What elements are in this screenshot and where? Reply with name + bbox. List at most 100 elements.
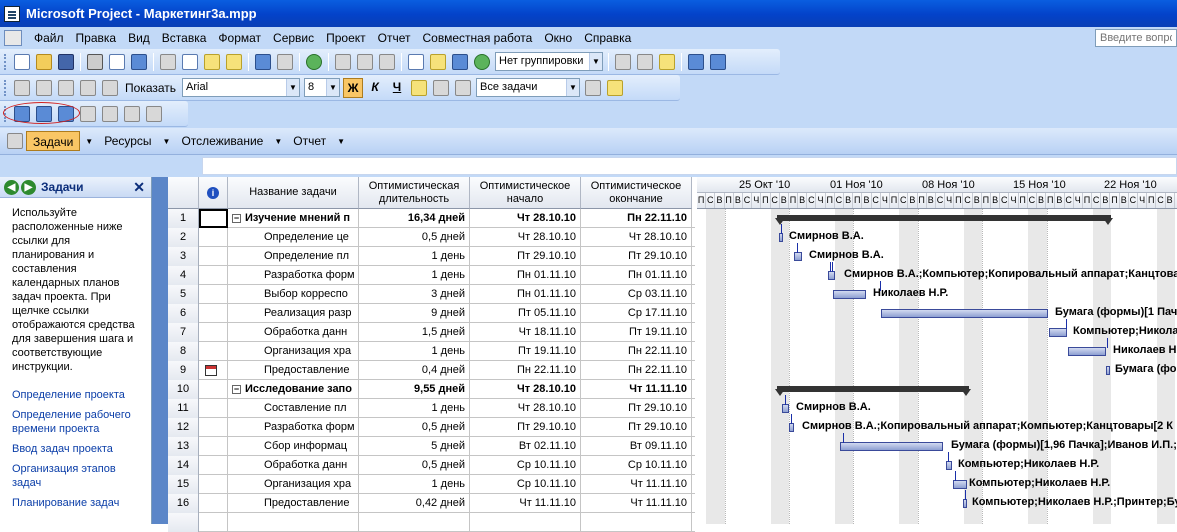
table-row[interactable]: 7 Обработка данн 1,5 дней Чт 18.11.10 Пт 19.… [168,323,695,342]
task-name-cell[interactable]: − Исследование запо [228,380,359,399]
opt-finish-cell[interactable]: Чт 28.10.10 [581,228,692,247]
indicator-cell[interactable] [199,399,228,418]
opt-finish-cell[interactable]: Ср 03.11.10 [581,285,692,304]
task-bar[interactable] [782,404,789,413]
plus-icon[interactable] [58,79,74,96]
opt-duration-cell[interactable]: 1 день [359,475,470,494]
opt-duration-header[interactable]: Оптимистическая длительность [359,177,470,209]
scroll-to-task-icon[interactable] [659,53,675,70]
autofilter-icon[interactable] [585,79,602,96]
indicator-cell[interactable] [199,456,228,475]
opt-duration-cell[interactable]: 0,5 дней [359,228,470,247]
row-id[interactable]: 3 [168,247,199,266]
select-all-corner[interactable] [168,177,199,209]
underline-button[interactable]: Ч [387,78,407,98]
task-name-cell[interactable]: Организация хра [228,475,359,494]
menu-edit[interactable]: Правка [70,31,123,45]
collapse-icon[interactable]: − [232,213,241,223]
row-id[interactable]: 2 [168,228,199,247]
task-name-cell[interactable]: Разработка форм [228,266,359,285]
task-name-cell[interactable]: Составление пл [228,399,359,418]
task-notes-icon[interactable] [430,53,446,70]
task-bar[interactable] [828,271,835,280]
publish-icon[interactable] [474,53,490,70]
entry-field[interactable] [202,157,1177,175]
show-button[interactable]: Показать [121,81,180,95]
chevron-down-icon[interactable]: ▼ [589,53,602,70]
task-name-cell[interactable]: Определение пл [228,247,359,266]
menu-report[interactable]: Отчет [372,31,417,45]
bold-button[interactable]: Ж [343,77,364,98]
table-row[interactable]: 3 Определение пл 1 день Пт 29.10.10 Пт 29.10… [168,247,695,266]
print-icon[interactable] [87,53,103,70]
gantt-wizard-icon[interactable] [607,79,624,96]
chevron-down-icon[interactable]: ▼ [286,79,300,96]
copy-icon[interactable] [182,53,198,70]
link-schedule-tasks[interactable]: Планирование задач [12,496,145,510]
summary-bar[interactable] [775,215,1113,225]
row-id[interactable]: 12 [168,418,199,437]
grouping-select[interactable]: Нет группировки ▼ [495,52,603,71]
opt-finish-cell[interactable]: Пт 29.10.10 [581,418,692,437]
unlink-tasks-icon[interactable] [357,53,373,70]
zoom-out-icon[interactable] [637,53,653,70]
table-row[interactable]: 13 Сбор информац 5 дней Вт 02.11.10 Вт 09.11… [168,437,695,456]
copy-picture-icon[interactable] [688,53,704,70]
task-name-cell[interactable]: Предоставление [228,361,359,380]
table-row[interactable]: 15 Организация хра 1 день Ср 10.11.10 Чт 11.… [168,475,695,494]
opt-start-cell[interactable]: Пт 19.11.10 [470,342,581,361]
task-name-cell[interactable]: Реализация разр [228,304,359,323]
indicator-cell[interactable] [199,513,228,532]
row-id[interactable]: 13 [168,437,199,456]
opt-finish-cell[interactable]: Пн 22.11.10 [581,209,692,228]
opt-start-cell[interactable]: Чт 11.11.10 [470,494,581,513]
opt-start-cell[interactable]: Ср 10.11.10 [470,475,581,494]
opt-duration-cell[interactable]: 1 день [359,266,470,285]
chevron-down-icon[interactable]: ▼ [158,137,176,146]
task-bar[interactable] [946,461,952,470]
opt-duration-cell[interactable]: 1,5 дней [359,323,470,342]
row-id[interactable]: 11 [168,399,199,418]
task-name-cell[interactable]: Сбор информац [228,437,359,456]
table-row[interactable]: 5 Выбор корреспо 3 дней Пн 01.11.10 Ср 03.11… [168,285,695,304]
row-id[interactable]: 6 [168,304,199,323]
indicator-cell[interactable] [199,380,228,399]
opt-start-cell[interactable]: Чт 28.10.10 [470,380,581,399]
row-id[interactable]: 8 [168,342,199,361]
align-right-icon[interactable] [455,79,472,96]
opt-duration-cell[interactable]: 3 дней [359,285,470,304]
task-bar[interactable] [953,480,967,489]
indicator-cell[interactable] [199,304,228,323]
document-window-icon[interactable] [4,30,22,46]
opt-start-cell[interactable]: Ср 10.11.10 [470,456,581,475]
menu-format[interactable]: Формат [212,31,267,45]
task-name-cell[interactable]: Выбор корреспо [228,285,359,304]
task-bar[interactable] [1068,347,1106,356]
opt-start-cell[interactable]: Пт 29.10.10 [470,247,581,266]
task-name-cell[interactable]: Обработка данн [228,456,359,475]
paste-icon[interactable] [204,53,220,70]
table-row[interactable]: 1− Изучение мнений п 16,34 дней Чт 28.10.10… [168,209,695,228]
menu-project[interactable]: Проект [320,31,372,45]
print-preview-icon[interactable] [109,53,125,70]
menu-help[interactable]: Справка [578,31,637,45]
task-name-cell[interactable]: − Изучение мнений п [228,209,359,228]
task-name-header[interactable]: Название задачи [228,177,359,209]
font-select[interactable]: Arial ▼ [182,78,301,97]
indicator-cell[interactable] [199,361,228,380]
hyperlink-globe-icon[interactable] [306,53,322,70]
filter-select[interactable]: Все задачи ▼ [476,78,581,97]
task-bar[interactable] [1049,328,1067,337]
opt-start-cell[interactable]: Чт 28.10.10 [470,228,581,247]
table-row[interactable]: 11 Составление пл 1 день Чт 28.10.10 Пт 29.1… [168,399,695,418]
row-id[interactable] [168,513,199,532]
task-bar[interactable] [833,290,866,299]
menu-window[interactable]: Окно [538,31,578,45]
row-id[interactable]: 14 [168,456,199,475]
minus-icon[interactable] [80,79,96,96]
split-task-icon[interactable] [379,53,395,70]
indicator-cell[interactable] [199,285,228,304]
format-painter-icon[interactable] [226,53,242,70]
opt-duration-cell[interactable]: 0,5 дней [359,418,470,437]
help-icon[interactable] [710,53,726,70]
